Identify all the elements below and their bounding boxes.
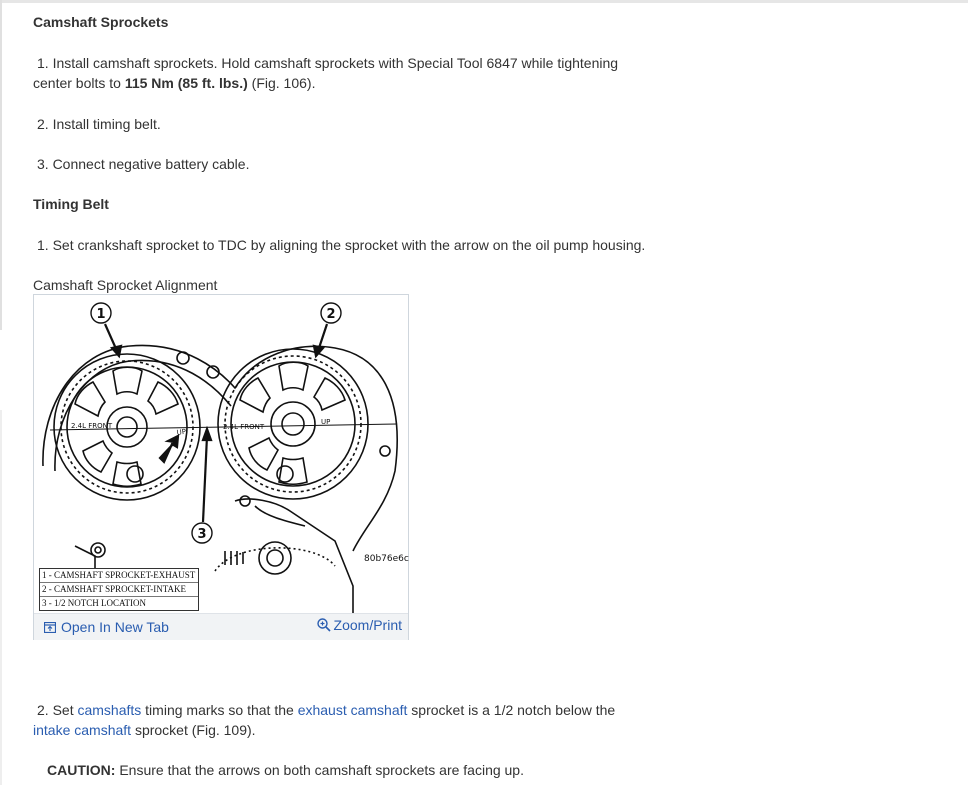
section-heading-timing-belt: Timing Belt	[33, 196, 109, 212]
open-in-new-tab-link[interactable]: Open In New Tab	[44, 619, 169, 635]
timing-step-2-line-1: 2. Set camshafts timing marks so that th…	[33, 700, 615, 720]
legend-item-3: 3 - 1/2 NOTCH LOCATION	[42, 598, 146, 608]
open-in-new-tab-label: Open In New Tab	[61, 619, 169, 635]
exhaust-up-label: UP	[176, 428, 186, 437]
page: Camshaft Sprockets 1. Install camshaft s…	[0, 0, 968, 785]
section-heading-camshaft-sprockets: Camshaft Sprockets	[33, 14, 169, 30]
figure-camshaft-sprocket-alignment: 1 2 3 2.4L FRONT UP 2.4L FRONT UP 80b76e…	[33, 294, 409, 640]
figure-code: 80b76e6c	[364, 554, 409, 564]
figure-caption: Camshaft Sprocket Alignment	[33, 277, 218, 293]
link-intake-camshaft[interactable]: intake camshaft	[33, 722, 131, 738]
exhaust-front-label: 2.4L FRONT	[71, 422, 113, 430]
step-2-text-b: timing marks so that the	[141, 702, 298, 718]
step-2-text-d: sprocket (Fig. 109).	[131, 722, 256, 738]
top-divider	[0, 0, 968, 3]
link-camshafts[interactable]: camshafts	[77, 702, 141, 718]
caution-note: CAUTION: Ensure that the arrows on both …	[47, 760, 524, 780]
figure-legend: 1 - CAMSHAFT SPROCKET-EXHAUST 2 - CAMSHA…	[39, 568, 199, 611]
step-2-install-belt: 2. Install timing belt.	[37, 116, 161, 132]
step-1-text-b: center bolts to	[33, 75, 125, 91]
figure-toolbar: Open In New Tab Zoom/Print	[34, 613, 408, 640]
caution-text: Ensure that the arrows on both camshaft …	[115, 762, 524, 778]
callout-2-label: 2	[326, 307, 335, 322]
left-border-lower	[0, 410, 2, 785]
step-2-text-a: 2. Set	[37, 702, 78, 718]
caution-label: CAUTION:	[47, 762, 116, 778]
legend-item-2: 2 - CAMSHAFT SPROCKET-INTAKE	[40, 583, 198, 597]
timing-step-2-line-2: intake camshaft sprocket (Fig. 109).	[33, 720, 256, 740]
step-1-text-c: (Fig. 106).	[247, 75, 316, 91]
step-1-line-1: 1. Install camshaft sprockets. Hold cams…	[33, 53, 618, 73]
zoom-icon	[316, 618, 331, 632]
intake-front-label: 2.4L FRONT	[223, 423, 265, 431]
intake-up-label: UP	[321, 418, 330, 426]
callout-1-label: 1	[96, 307, 105, 322]
sprocket-diagram[interactable]: 1 2 3 2.4L FRONT UP 2.4L FRONT UP	[35, 296, 407, 614]
step-2-text-c: sprocket is a 1/2 notch below the	[407, 702, 616, 718]
legend-item-1: 1 - CAMSHAFT SPROCKET-EXHAUST	[40, 569, 198, 583]
step-1-text-a: 1. Install camshaft sprockets. Hold cams…	[37, 55, 619, 71]
open-new-tab-icon	[44, 621, 56, 633]
zoom-print-label: Zoom/Print	[333, 617, 402, 633]
step-1-line-2: center bolts to 115 Nm (85 ft. lbs.) (Fi…	[33, 73, 315, 93]
torque-spec: 115 Nm (85 ft. lbs.)	[124, 75, 248, 91]
step-3-battery: 3. Connect negative battery cable.	[37, 156, 250, 172]
zoom-print-link[interactable]: Zoom/Print	[316, 617, 402, 633]
left-border	[0, 0, 2, 330]
timing-step-1: 1. Set crankshaft sprocket to TDC by ali…	[37, 237, 646, 253]
link-exhaust-camshaft[interactable]: exhaust camshaft	[298, 702, 408, 718]
callout-3-label: 3	[197, 527, 206, 542]
